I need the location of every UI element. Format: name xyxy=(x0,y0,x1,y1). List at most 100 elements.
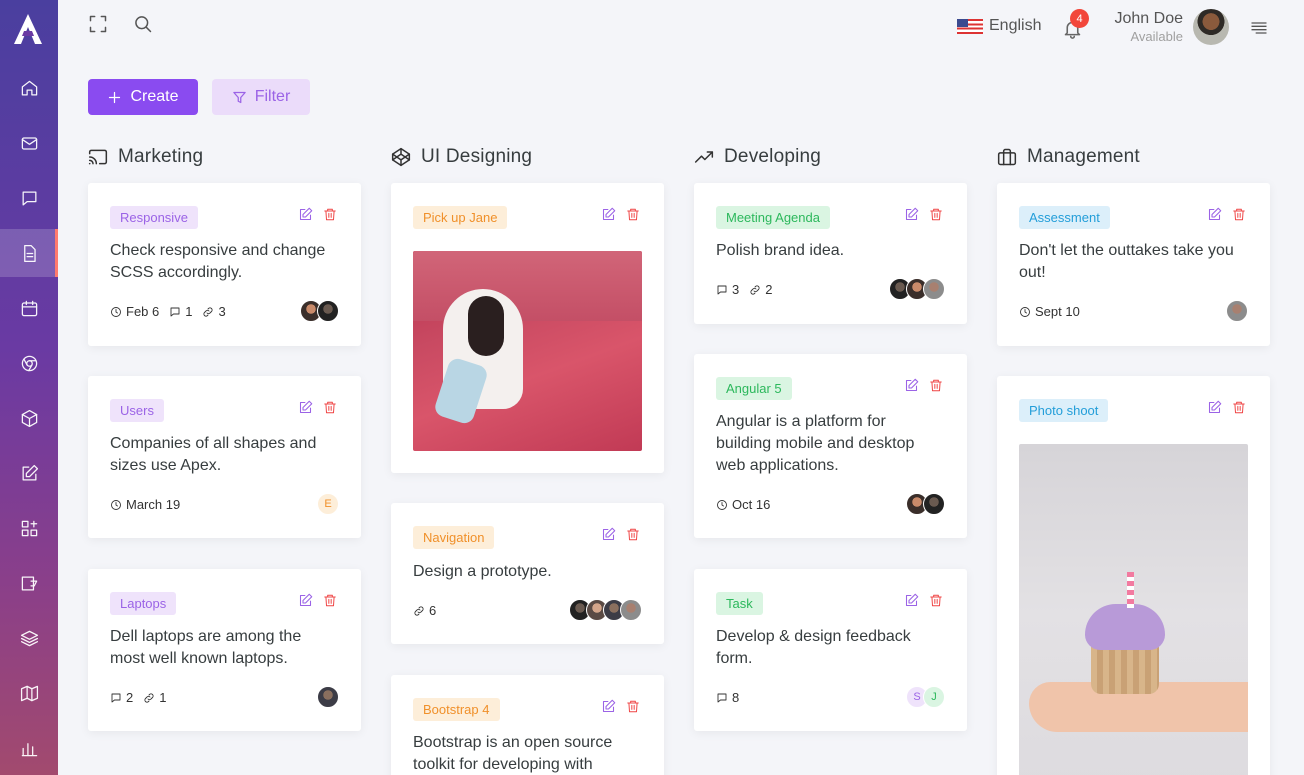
app-logo[interactable] xyxy=(11,12,45,46)
trash-icon[interactable] xyxy=(1232,207,1248,223)
filter-button-label: Filter xyxy=(254,88,291,105)
comment-count: 3 xyxy=(732,282,740,297)
comment-count: 8 xyxy=(732,690,740,705)
task-card[interactable]: Navigation Design a prototype. 6 xyxy=(391,503,664,644)
comment-count: 2 xyxy=(126,690,134,705)
card-avatars xyxy=(569,599,642,621)
edit-icon[interactable] xyxy=(298,400,314,416)
edit-icon[interactable] xyxy=(1207,207,1223,223)
avatar[interactable]: J xyxy=(923,686,945,708)
trash-icon[interactable] xyxy=(1232,400,1248,416)
trash-icon[interactable] xyxy=(323,207,339,223)
sidebar-item-layers[interactable] xyxy=(0,614,58,662)
trash-icon[interactable] xyxy=(626,699,642,715)
sidebar-item-forms[interactable] xyxy=(0,559,58,607)
card-avatars xyxy=(300,300,339,322)
avatar[interactable] xyxy=(923,493,945,515)
trash-icon[interactable] xyxy=(323,593,339,609)
sidebar-item-charts[interactable] xyxy=(0,724,58,772)
task-card[interactable]: Laptops Dell laptops are among the most … xyxy=(88,569,361,731)
trash-icon[interactable] xyxy=(929,207,945,223)
clock-icon xyxy=(111,306,121,317)
form-icon xyxy=(21,576,37,590)
edit-icon[interactable] xyxy=(298,593,314,609)
avatar[interactable] xyxy=(923,278,945,300)
comment-icon xyxy=(717,285,727,294)
notification-badge: 4 xyxy=(1070,9,1089,28)
trash-icon[interactable] xyxy=(323,400,339,416)
sidebar xyxy=(0,0,58,775)
edit-icon[interactable] xyxy=(904,378,920,394)
avatar[interactable] xyxy=(1193,9,1229,45)
sidebar-item-documents[interactable] xyxy=(0,229,58,277)
avatar[interactable] xyxy=(1226,300,1248,322)
edit-icon[interactable] xyxy=(904,593,920,609)
trash-icon[interactable] xyxy=(929,378,945,394)
edit-icon[interactable] xyxy=(298,207,314,223)
avatar[interactable] xyxy=(620,599,642,621)
menu-icon[interactable] xyxy=(1249,18,1271,38)
box-icon xyxy=(21,409,37,427)
column-header-ui-designing: UI Designing xyxy=(391,146,532,168)
card-date: March 19 xyxy=(126,497,181,512)
trash-icon[interactable] xyxy=(626,527,642,543)
card-avatars: E xyxy=(317,493,339,515)
task-card[interactable]: Angular 5 Angular is a platform for buil… xyxy=(694,354,967,538)
comment-count: 1 xyxy=(185,304,193,319)
edit-icon[interactable] xyxy=(601,527,617,543)
card-meta: Feb 6 1 3 xyxy=(110,304,232,319)
trash-icon[interactable] xyxy=(929,593,945,609)
card-meta: Sept 10 xyxy=(1019,304,1086,319)
card-meta: 8 xyxy=(716,690,745,705)
sidebar-item-chat[interactable] xyxy=(0,174,58,222)
task-card[interactable]: Photo shoot xyxy=(997,376,1270,775)
card-text: Check responsive and change SCSS accordi… xyxy=(110,242,326,281)
card-tag: Pick up Jane xyxy=(413,206,508,229)
card-text: Polish brand idea. xyxy=(716,242,845,259)
sidebar-item-map[interactable] xyxy=(0,669,58,717)
edit-icon[interactable] xyxy=(601,207,617,223)
sidebar-item-calendar[interactable] xyxy=(0,284,58,332)
task-card[interactable]: Meeting Agenda Polish brand idea. 3 2 xyxy=(694,183,967,324)
sidebar-item-mail[interactable] xyxy=(0,119,58,167)
user-info[interactable]: John Doe Available xyxy=(1100,10,1184,44)
column-header-developing: Developing xyxy=(694,146,821,168)
fullscreen-icon[interactable] xyxy=(88,14,112,38)
clock-icon xyxy=(717,499,727,510)
edit-icon[interactable] xyxy=(601,699,617,715)
comment-icon xyxy=(170,307,180,316)
card-image xyxy=(1019,444,1248,775)
search-icon[interactable] xyxy=(133,14,157,38)
card-tag: Bootstrap 4 xyxy=(413,698,500,721)
edit-icon xyxy=(22,464,38,480)
task-card[interactable]: Users Companies of all shapes and sizes … xyxy=(88,376,361,538)
task-card[interactable]: Task Develop & design feedback form. 8 S… xyxy=(694,569,967,731)
edit-icon[interactable] xyxy=(1207,400,1223,416)
card-meta: March 19 xyxy=(110,497,186,512)
sidebar-item-home[interactable] xyxy=(0,64,58,112)
chrome-icon xyxy=(21,355,37,371)
task-card[interactable]: Bootstrap 4 Bootstrap is an open source … xyxy=(391,675,664,775)
trash-icon[interactable] xyxy=(626,207,642,223)
filter-button[interactable]: Filter xyxy=(212,79,310,115)
avatar[interactable]: E xyxy=(317,493,339,515)
create-button[interactable]: Create xyxy=(88,79,198,115)
avatar[interactable] xyxy=(317,300,339,322)
avatar[interactable] xyxy=(317,686,339,708)
calendar-icon xyxy=(21,300,37,316)
column-header-management: Management xyxy=(997,146,1140,168)
task-card[interactable]: Assessment Don't let the outtakes take y… xyxy=(997,183,1270,346)
task-card[interactable]: Responsive Check responsive and change S… xyxy=(88,183,361,346)
sidebar-item-grid[interactable] xyxy=(0,504,58,552)
card-tag: Meeting Agenda xyxy=(716,206,830,229)
language-selector[interactable]: English xyxy=(957,17,1041,35)
task-card[interactable]: Pick up Jane xyxy=(391,183,664,473)
card-avatars: S J xyxy=(906,686,945,708)
edit-icon[interactable] xyxy=(904,207,920,223)
sidebar-item-box[interactable] xyxy=(0,394,58,442)
sidebar-item-edit[interactable] xyxy=(0,449,58,497)
user-name: John Doe xyxy=(1114,10,1184,27)
briefcase-icon xyxy=(997,148,1017,166)
column-title: UI Designing xyxy=(421,146,533,167)
sidebar-item-chrome[interactable] xyxy=(0,339,58,387)
